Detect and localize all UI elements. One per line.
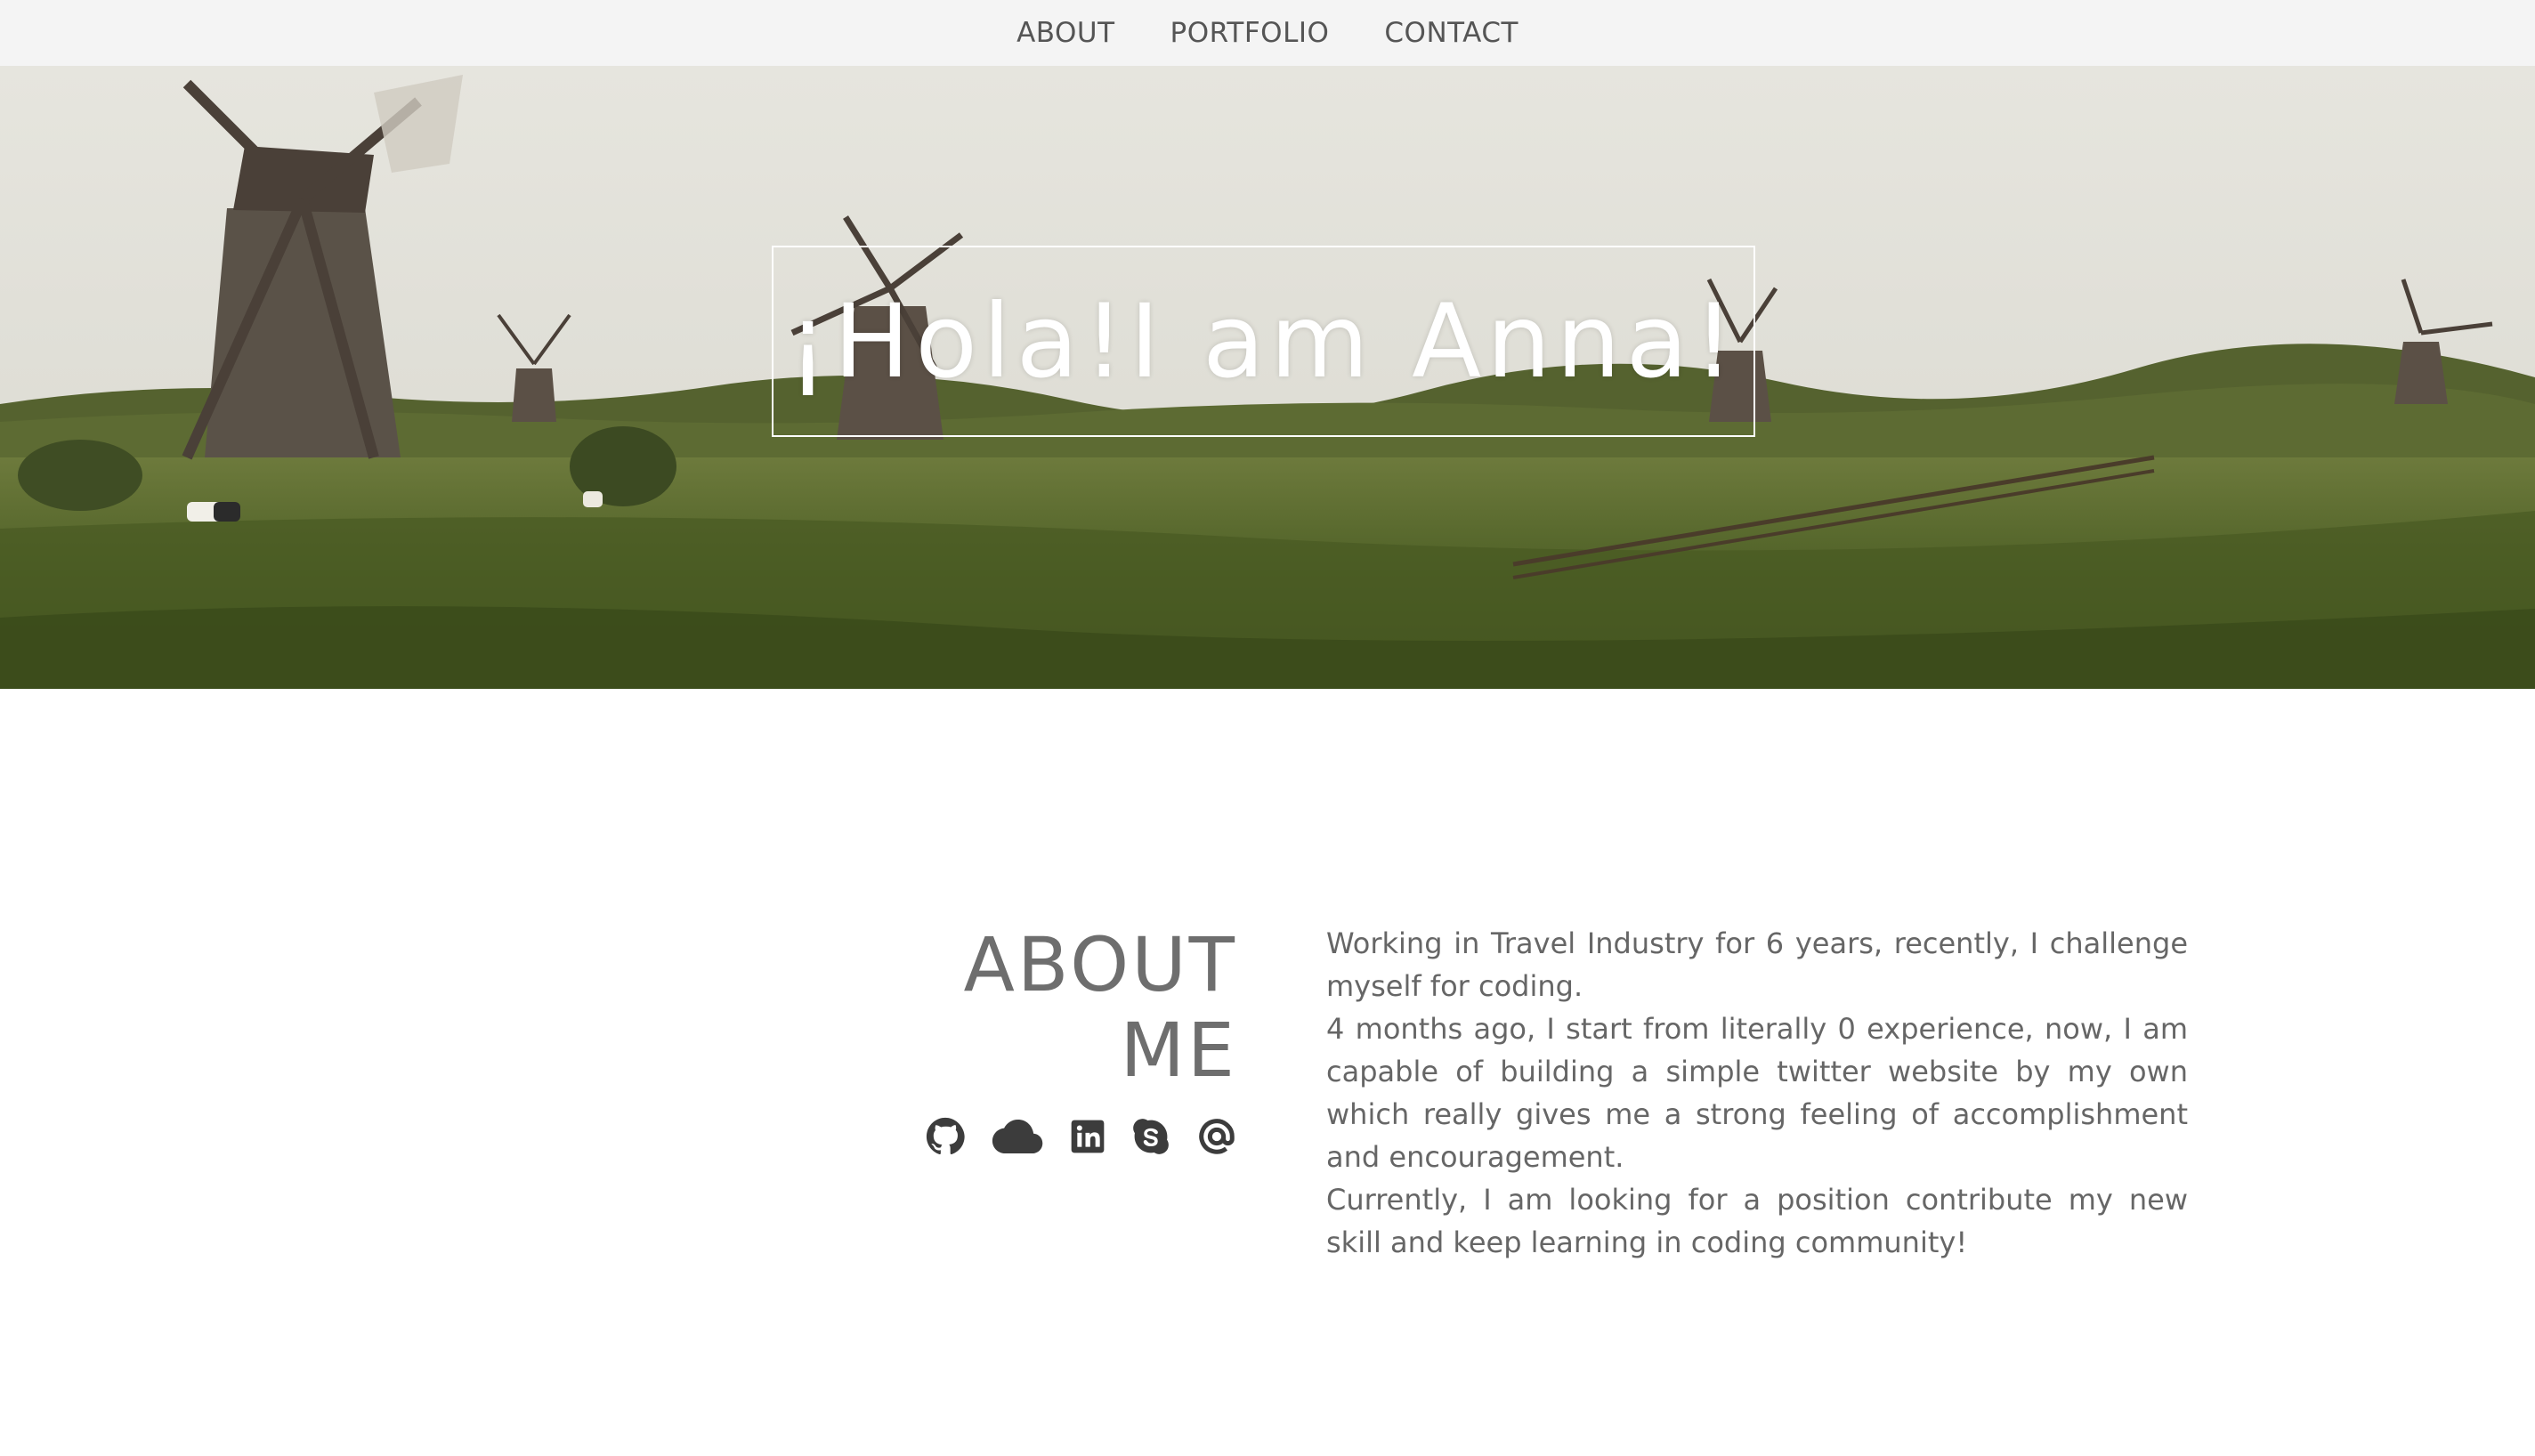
github-icon[interactable] [926,1114,965,1159]
top-nav: ABOUT PORTFOLIO CONTACT [0,0,2535,66]
hero-title: ¡Hola!I am Anna! [787,282,1740,400]
about-paragraph-2: 4 months ago, I start from literally 0 e… [1326,1012,2188,1174]
about-heading-line2: ME [1120,1007,1237,1094]
at-icon[interactable] [1196,1114,1237,1159]
about-paragraph-3: Currently, I am looking for a position c… [1326,1183,2188,1259]
about-paragraph-1: Working in Travel Industry for 6 years, … [1326,926,2188,1003]
about-heading: ABOUT ME [801,922,1237,1093]
cloud-icon[interactable] [992,1114,1043,1159]
nav-contact-link[interactable]: CONTACT [1384,17,1519,49]
hero-title-box: ¡Hola!I am Anna! [772,246,1755,437]
social-links [899,1114,1237,1159]
about-text: Working in Travel Industry for 6 years, … [1326,922,2188,1264]
nav-about-link[interactable]: ABOUT [1016,17,1114,49]
skype-icon[interactable] [1132,1114,1170,1159]
nav-portfolio-link[interactable]: PORTFOLIO [1170,17,1330,49]
hero-banner: ¡Hola!I am Anna! [0,66,2535,689]
linkedin-icon[interactable] [1070,1114,1106,1159]
about-heading-line1: ABOUT [963,921,1237,1008]
